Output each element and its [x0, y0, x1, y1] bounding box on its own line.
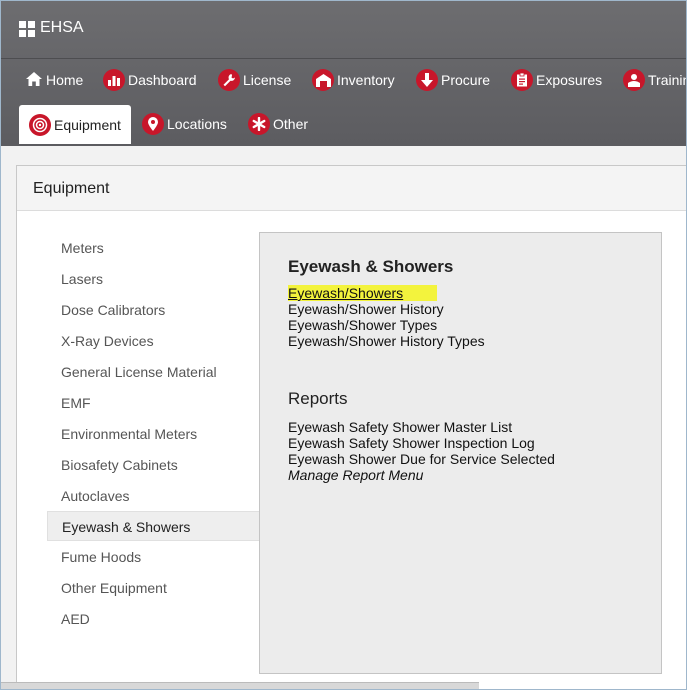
sidebar-item-aed[interactable]: AED: [47, 604, 259, 634]
sidebar-item-lasers[interactable]: Lasers: [47, 264, 259, 294]
nav-training-label: Training: [648, 72, 686, 88]
nav-equipment[interactable]: Equipment: [19, 105, 131, 144]
link-eyewash-showers[interactable]: Eyewash/Showers: [288, 285, 438, 301]
content-area: Eyewash & Showers Eyewash/Showers Eyewas…: [259, 232, 662, 674]
training-icon: [623, 69, 645, 91]
link-eyewash-shower-history-types[interactable]: Eyewash/Shower History Types: [288, 333, 485, 349]
sidebar-item-biosafety-cabinets[interactable]: Biosafety Cabinets: [47, 450, 259, 480]
dashboard-icon: [103, 69, 125, 91]
home-icon: [26, 71, 42, 89]
link-eyewash-shower-history[interactable]: Eyewash/Shower History: [288, 301, 444, 317]
horizontal-scrollbar[interactable]: [1, 682, 479, 689]
sidebar-item-autoclaves[interactable]: Autoclaves: [47, 481, 259, 511]
nav-license[interactable]: License: [218, 62, 291, 98]
title-bar: EHSA: [1, 1, 686, 59]
nav-locations-label: Locations: [167, 116, 227, 132]
manage-report-menu-link[interactable]: Manage Report Menu: [288, 467, 423, 483]
location-pin-icon: [142, 113, 164, 135]
wrench-icon: [218, 69, 240, 91]
sidebar-item-meters[interactable]: Meters: [47, 233, 259, 263]
nav-exposures[interactable]: Exposures: [511, 62, 602, 98]
nav-inventory[interactable]: Inventory: [312, 62, 395, 98]
sidebar-item-fume-hoods[interactable]: Fume Hoods: [47, 542, 259, 572]
nav-dashboard-label: Dashboard: [128, 72, 197, 88]
nav-home-label: Home: [46, 72, 84, 88]
sidebar-item-environmental-meters[interactable]: Environmental Meters: [47, 419, 259, 449]
sidebar-item-eyewash-showers[interactable]: Eyewash & Showers: [47, 511, 259, 541]
asterisk-icon: [248, 113, 270, 135]
nav-inventory-label: Inventory: [337, 72, 395, 88]
nav-other-label: Other: [273, 116, 309, 132]
nav-dashboard[interactable]: Dashboard: [103, 62, 197, 98]
clipboard-icon: [511, 69, 533, 91]
link-eyewash-shower-types[interactable]: Eyewash/Shower Types: [288, 317, 437, 333]
nav-exposures-label: Exposures: [536, 72, 603, 88]
panel-header: Equipment: [17, 166, 686, 211]
nav-other[interactable]: Other: [248, 106, 308, 142]
sidebar-item-general-license-material[interactable]: General License Material: [47, 357, 259, 387]
nav-training[interactable]: Training: [623, 62, 686, 98]
sidebar-item-x-ray-devices[interactable]: X-Ray Devices: [47, 326, 259, 356]
report-due-for-service[interactable]: Eyewash Shower Due for Service Selected: [288, 451, 555, 467]
report-master-list[interactable]: Eyewash Safety Shower Master List: [288, 419, 512, 435]
section-title: Eyewash & Showers: [288, 257, 454, 276]
top-header: EHSA Home Dashboard License Inventory Pr…: [1, 1, 686, 146]
reports-title: Reports: [288, 389, 348, 408]
equipment-icon: [29, 113, 51, 136]
app-title: EHSA: [40, 19, 84, 36]
sidebar-item-other-equipment[interactable]: Other Equipment: [47, 573, 259, 603]
nav-locations[interactable]: Locations: [142, 106, 227, 142]
sidebar-item-emf[interactable]: EMF: [47, 388, 259, 418]
report-inspection-log[interactable]: Eyewash Safety Shower Inspection Log: [288, 435, 535, 451]
arrow-down-icon: [416, 69, 438, 91]
nav-home[interactable]: Home: [26, 62, 83, 98]
nav-procure-label: Procure: [441, 72, 491, 88]
nav-equipment-label: Equipment: [54, 116, 121, 133]
inventory-icon: [312, 69, 334, 91]
nav-license-label: License: [243, 72, 292, 88]
grid-logo-icon: [19, 21, 35, 37]
sidebar-item-dose-calibrators[interactable]: Dose Calibrators: [47, 295, 259, 325]
equipment-panel: Equipment Meters Lasers Dose Calibrators…: [16, 165, 686, 689]
panel-title: Equipment: [33, 180, 110, 197]
nav-procure[interactable]: Procure: [416, 62, 490, 98]
app-window: EHSA Home Dashboard License Inventory Pr…: [0, 0, 687, 690]
